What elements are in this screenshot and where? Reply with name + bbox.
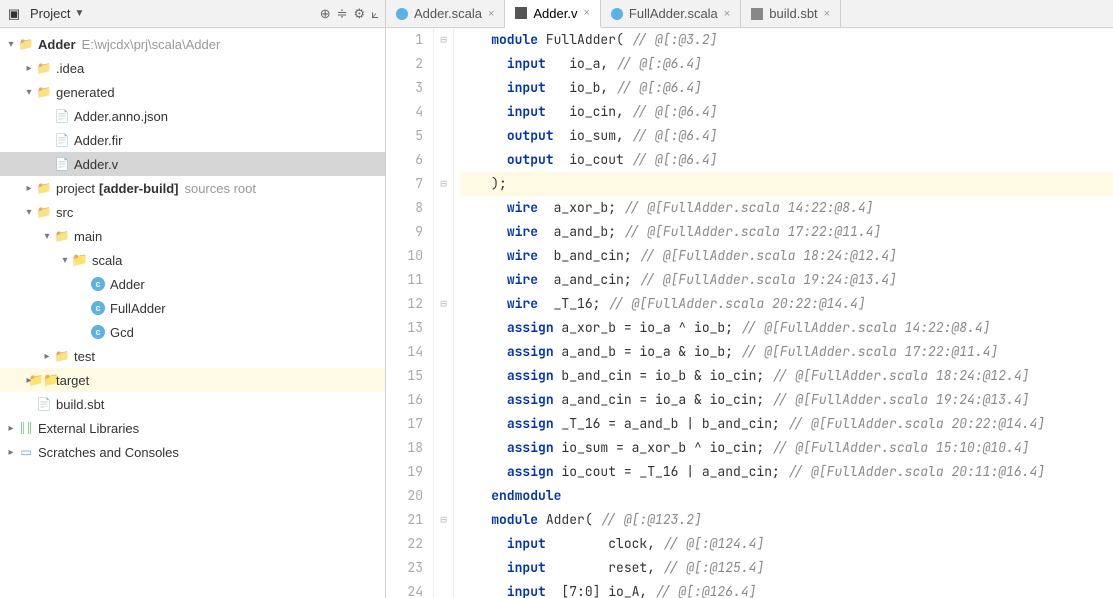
verilog-icon: [515, 7, 527, 19]
tree-item-generated[interactable]: ▾ generated: [0, 80, 385, 104]
project-tree[interactable]: ▾ Adder E:\wjcdx\prj\scala\Adder ▸ .idea…: [0, 28, 385, 598]
fold-gutter[interactable]: ⊟⊟⊟⊟: [434, 28, 454, 598]
scala-class-icon: c: [90, 324, 106, 340]
project-sidebar: ▣ Project ▼ ⊕ ≑ ⚙ ⟀ ▾ Adder E:\wjcdx\prj…: [0, 0, 386, 598]
sidebar-header: ▣ Project ▼ ⊕ ≑ ⚙ ⟀: [0, 0, 385, 28]
tree-item-anno-json[interactable]: ▸ Adder.anno.json: [0, 104, 385, 128]
tree-item-target[interactable]: ▸ 📁 target: [0, 368, 385, 392]
tree-item-project[interactable]: ▸ project [adder-build] sources root: [0, 176, 385, 200]
tab-label: Adder.scala: [414, 6, 482, 21]
line-number-gutter: 123456789101112131415161718192021222324: [386, 28, 434, 598]
scala-class-icon: c: [90, 276, 106, 292]
file-icon: [54, 132, 70, 148]
scala-icon: [396, 8, 408, 20]
locate-icon[interactable]: ⊕: [320, 6, 331, 22]
tree-item-src[interactable]: ▾ src: [0, 200, 385, 224]
tree-item-scala-adder[interactable]: ▸ c Adder: [0, 272, 385, 296]
collapse-icon[interactable]: ⟀: [371, 6, 379, 22]
library-icon: [18, 420, 34, 436]
tree-item-build-sbt[interactable]: ▸ build.sbt: [0, 392, 385, 416]
project-dropdown[interactable]: Project: [30, 6, 70, 21]
folder-icon: [36, 180, 52, 196]
tab-fulladder-scala[interactable]: FullAdder.scala ×: [601, 0, 741, 27]
tree-item-adder-fir[interactable]: ▸ Adder.fir: [0, 128, 385, 152]
tree-root[interactable]: ▾ Adder E:\wjcdx\prj\scala\Adder: [0, 32, 385, 56]
folder-icon: [54, 348, 70, 364]
tab-label: FullAdder.scala: [629, 6, 718, 21]
scala-icon: [611, 8, 623, 20]
folder-icon: 📁: [72, 252, 88, 268]
gear-icon[interactable]: ⚙: [354, 6, 366, 22]
tree-item-scala-fulladder[interactable]: ▸ c FullAdder: [0, 296, 385, 320]
editor-tabs: Adder.scala×Adder.v×FullAdder.scala×buil…: [386, 0, 1113, 28]
project-icon: ▣: [6, 6, 22, 22]
tab-label: Adder.v: [533, 6, 577, 21]
file-icon: [54, 108, 70, 124]
tree-item-scala-gcd[interactable]: ▸ c Gcd: [0, 320, 385, 344]
tree-item-idea[interactable]: ▸ .idea: [0, 56, 385, 80]
editor-pane: Adder.scala×Adder.v×FullAdder.scala×buil…: [386, 0, 1113, 598]
tree-item-external-libs[interactable]: ▸ External Libraries: [0, 416, 385, 440]
sbt-icon: [751, 8, 763, 20]
file-icon: [54, 156, 70, 172]
folder-icon: [54, 228, 70, 244]
code-content[interactable]: module FullAdder( // @[:@3.2] input io_a…: [454, 28, 1113, 598]
close-icon[interactable]: ×: [583, 7, 589, 19]
tree-item-main[interactable]: ▾ main: [0, 224, 385, 248]
code-editor[interactable]: 123456789101112131415161718192021222324 …: [386, 28, 1113, 598]
tab-build-sbt[interactable]: build.sbt ×: [741, 0, 841, 27]
folder-icon: [36, 60, 52, 76]
folder-icon: [36, 204, 52, 220]
scratch-icon: [18, 444, 34, 460]
folder-icon: [36, 84, 52, 100]
close-icon[interactable]: ×: [824, 8, 830, 20]
chevron-down-icon[interactable]: ▼: [74, 8, 84, 19]
expand-icon[interactable]: ≑: [337, 6, 348, 22]
folder-icon: [18, 36, 34, 52]
tree-item-scala[interactable]: ▾ 📁 scala: [0, 248, 385, 272]
tab-adder-scala[interactable]: Adder.scala ×: [386, 0, 505, 27]
folder-icon: 📁: [36, 372, 52, 388]
close-icon[interactable]: ×: [488, 8, 494, 20]
tree-item-test[interactable]: ▸ test: [0, 344, 385, 368]
scala-class-icon: c: [90, 300, 106, 316]
close-icon[interactable]: ×: [724, 8, 730, 20]
file-icon: [36, 396, 52, 412]
tab-label: build.sbt: [769, 6, 817, 21]
tree-item-adder-v[interactable]: ▸ Adder.v: [0, 152, 385, 176]
tree-item-scratches[interactable]: ▸ Scratches and Consoles: [0, 440, 385, 464]
tab-adder-v[interactable]: Adder.v ×: [505, 0, 601, 28]
